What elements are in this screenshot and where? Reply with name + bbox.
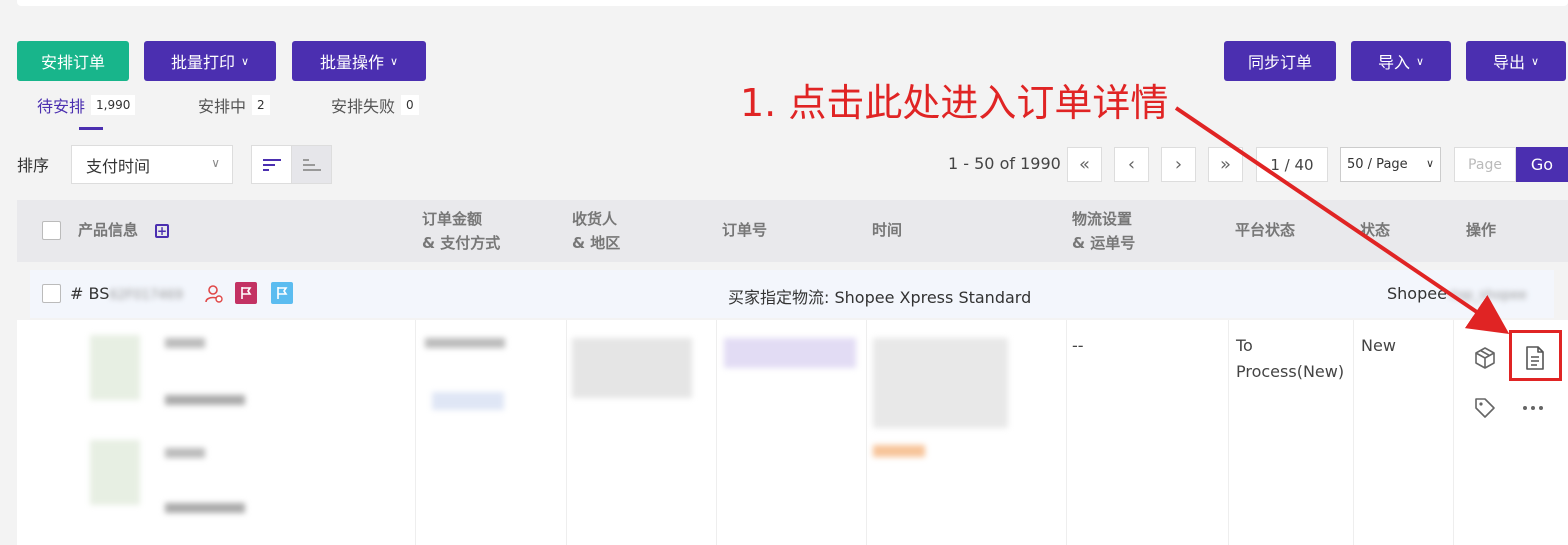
highlight-box xyxy=(1509,330,1562,381)
annotation-arrow xyxy=(1174,106,1510,334)
